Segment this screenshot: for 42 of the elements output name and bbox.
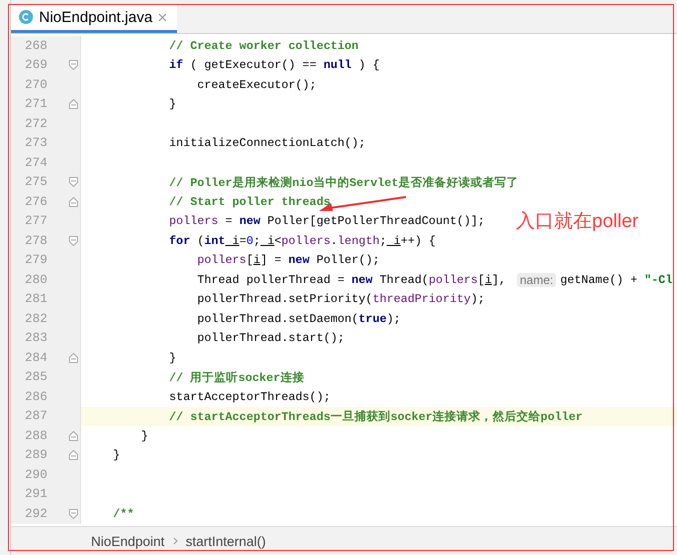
annotation-text: 入口就在poller	[516, 210, 638, 234]
line-number: 283	[24, 331, 48, 346]
line-number: 289	[24, 448, 48, 462]
editor-tab[interactable]: NioEndpoint.java	[11, 4, 178, 33]
line-number: 288	[24, 428, 48, 443]
line-number: 286	[24, 390, 48, 404]
breadcrumb-item[interactable]: startInternal()	[186, 534, 266, 548]
class-file-icon	[19, 10, 33, 24]
line-number: 273	[24, 136, 48, 150]
line-number: 276	[24, 194, 48, 209]
line-number: 277	[24, 214, 48, 228]
line-number: 285	[24, 370, 48, 384]
breadcrumb-item[interactable]: NioEndpoint	[91, 534, 165, 548]
line-number: 271	[24, 97, 48, 112]
line-number: 280	[24, 272, 48, 287]
line-number: 284	[24, 350, 48, 365]
line-number: 292	[24, 506, 48, 521]
line-number: 270	[24, 78, 48, 92]
fold-marker-icon[interactable]	[69, 352, 78, 363]
line-number: 272	[24, 116, 48, 131]
line-number: 287	[24, 409, 48, 424]
line-number: 291	[24, 487, 48, 502]
line-number: 268	[24, 38, 48, 53]
fold-marker-icon[interactable]	[69, 196, 78, 207]
line-number: 279	[24, 253, 48, 268]
fold-marker-icon[interactable]	[69, 177, 78, 188]
close-icon[interactable]	[158, 12, 168, 22]
line-number: 275	[24, 175, 48, 190]
fold-marker-icon[interactable]	[69, 236, 78, 246]
fold-marker-icon[interactable]	[69, 430, 78, 441]
fold-marker-icon[interactable]	[69, 99, 78, 110]
fold-marker-icon[interactable]	[69, 450, 78, 460]
line-number: 282	[24, 312, 48, 326]
line-number: 269	[24, 58, 48, 72]
line-number: 281	[24, 292, 48, 306]
fold-marker-icon[interactable]	[69, 60, 78, 70]
fold-marker-icon[interactable]	[69, 508, 78, 519]
line-number: 278	[24, 234, 48, 248]
line-number: 274	[24, 156, 48, 170]
parameter-hint: name:	[516, 272, 556, 287]
line-number: 290	[24, 468, 48, 482]
chevron-icon	[172, 537, 178, 545]
